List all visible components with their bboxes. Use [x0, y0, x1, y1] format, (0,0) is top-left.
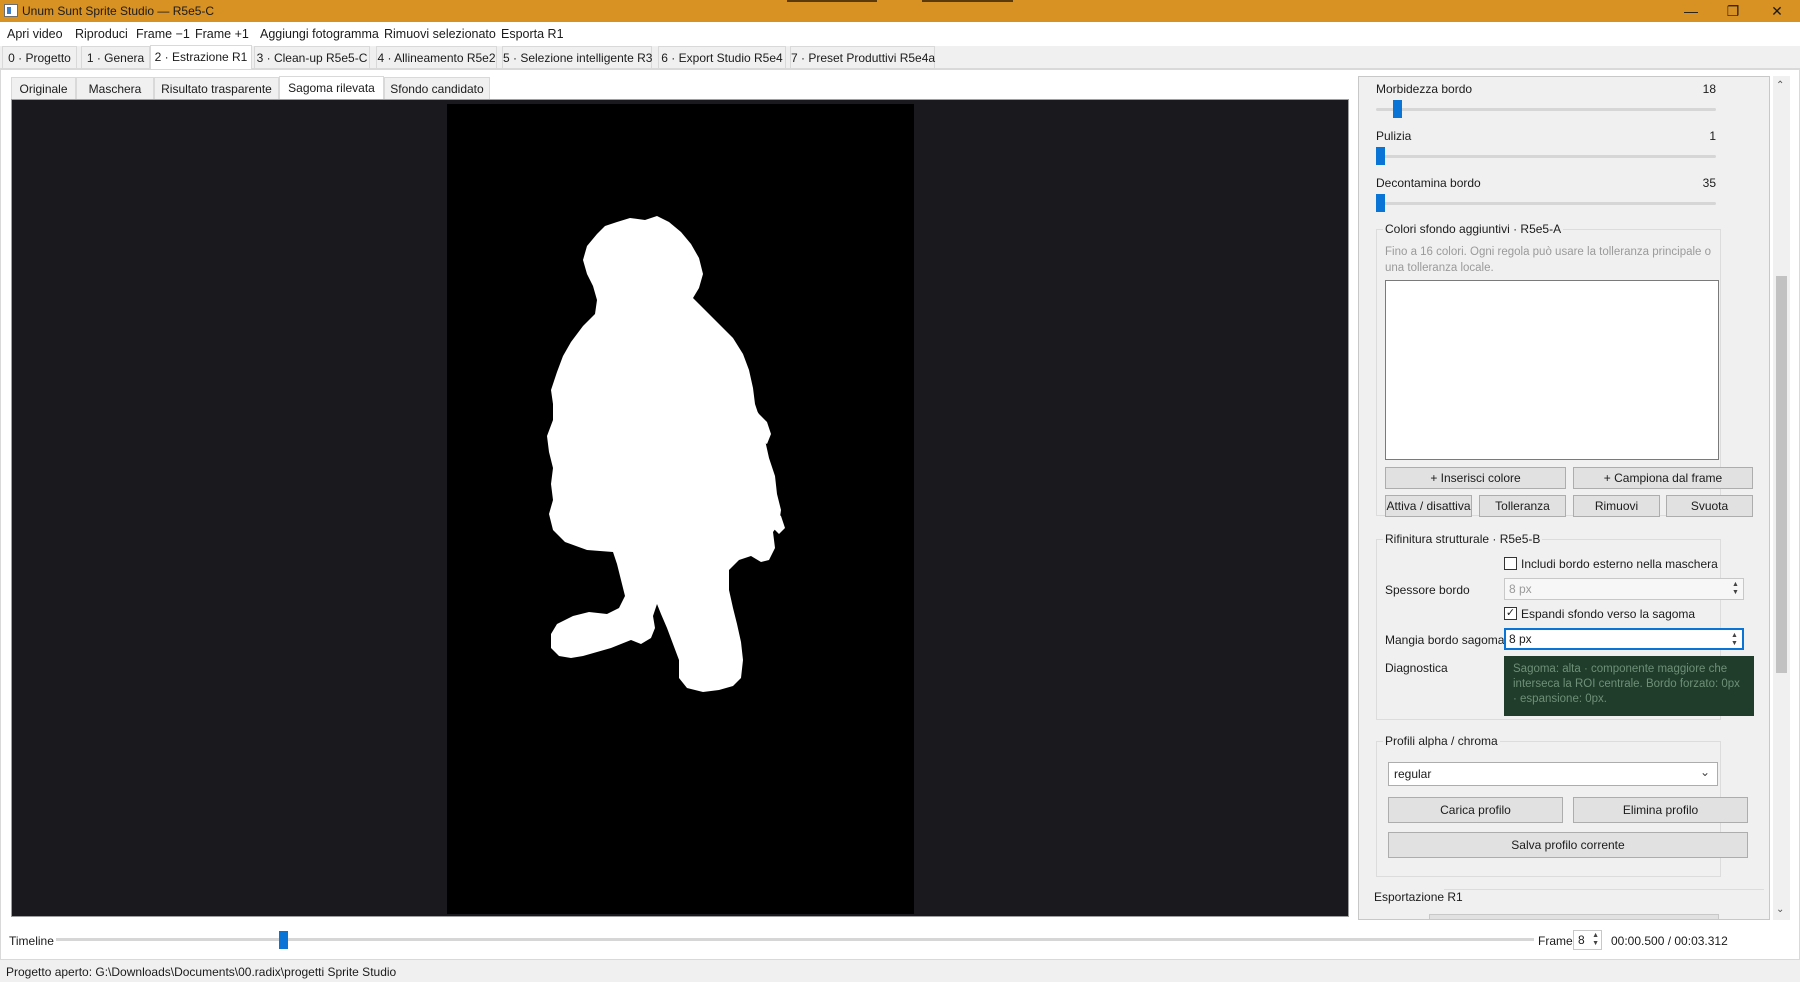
slider-track-pulizia[interactable]	[1376, 155, 1716, 158]
timeline-handle[interactable]	[279, 931, 289, 949]
slider-handle-pulizia[interactable]	[1376, 147, 1385, 165]
load-profile-button[interactable]: Carica profilo	[1388, 797, 1563, 823]
tab-estrazione[interactable]: 2 · Estrazione R1	[150, 45, 252, 69]
timeline-track[interactable]	[56, 938, 1534, 941]
silhouette-mask-image	[547, 216, 785, 692]
slider-value-morbidezza: 18	[1702, 82, 1716, 96]
view-tab-risultato-trasparente[interactable]: Risultato trasparente	[154, 77, 279, 99]
slider-value-decontamina: 35	[1702, 176, 1716, 190]
export-control-partial[interactable]	[1429, 914, 1719, 919]
slider-label-pulizia: Pulizia	[1376, 129, 1412, 143]
view-tab-sagoma-rilevata[interactable]: Sagoma rilevata	[279, 76, 384, 100]
view-tab-originale[interactable]: Originale	[11, 77, 76, 99]
title-decoration	[787, 0, 877, 2]
slider-value-pulizia: 1	[1709, 129, 1716, 143]
remove-color-button[interactable]: Rimuovi	[1573, 495, 1660, 517]
frame-input-value: 8	[1578, 933, 1585, 947]
settings-panel: Morbidezza bordo 18 Pulizia 1 Decontamin…	[1358, 76, 1770, 920]
silhouette-frame	[447, 104, 914, 914]
slider-handle-decontamina[interactable]	[1376, 194, 1385, 212]
slider-label-decontamina: Decontamina bordo	[1376, 176, 1481, 190]
slider-label-morbidezza: Morbidezza bordo	[1376, 82, 1473, 96]
tolerance-button[interactable]: Tolleranza	[1479, 495, 1566, 517]
slider-track-morbidezza[interactable]	[1376, 108, 1716, 111]
expand-background-checkbox[interactable]: ✓	[1504, 607, 1517, 620]
profile-select[interactable]: regular ⌄	[1388, 762, 1718, 786]
tab-selezione-intelligente[interactable]: 5 · Selezione intelligente R3	[502, 46, 652, 68]
status-text: Progetto aperto: G:\Downloads\Documents\…	[6, 965, 397, 979]
eat-border-value: 8 px	[1509, 632, 1532, 646]
profiles-group-title: Profili alpha / chroma	[1383, 734, 1500, 748]
save-profile-button[interactable]: Salva profilo corrente	[1388, 832, 1748, 858]
eat-border-label: Mangia bordo sagoma	[1385, 633, 1505, 647]
menu-rimuovi-selezionato[interactable]: Rimuovi selezionato	[384, 27, 496, 41]
tab-allineamento[interactable]: 4 · Allineamento R5e2	[376, 46, 497, 68]
refine-group-title: Rifinitura strutturale · R5e5-B	[1383, 532, 1543, 546]
border-thickness-value: 8 px	[1509, 582, 1532, 596]
view-tab-sfondo-candidato[interactable]: Sfondo candidato	[384, 77, 490, 99]
menu-apri-video[interactable]: Apri video	[7, 27, 63, 41]
diagnostics-box: Sagoma: alta · componente maggiore che i…	[1504, 656, 1754, 716]
profile-select-value: regular	[1394, 767, 1432, 781]
eat-border-input[interactable]: 8 px ▲ ▼	[1504, 628, 1744, 650]
menu-esporta[interactable]: Esporta R1	[501, 27, 564, 41]
tab-export-studio[interactable]: 6 · Export Studio R5e4	[658, 46, 786, 68]
section-divider	[1444, 889, 1764, 890]
toggle-color-button[interactable]: Attiva / disattiva	[1385, 495, 1472, 517]
menu-frame-next[interactable]: Frame +1	[195, 27, 249, 41]
insert-color-button[interactable]: + Inserisci colore	[1385, 467, 1566, 489]
colors-hint: Fino a 16 colori. Ogni regola può usare …	[1385, 246, 1712, 274]
panel-scrollbar[interactable]: ⌃ ⌄	[1773, 76, 1790, 920]
spin-arrows-icon[interactable]: ▲ ▼	[1592, 932, 1599, 948]
border-thickness-input[interactable]: 8 px ▲ ▼	[1504, 578, 1744, 600]
colors-list[interactable]	[1385, 280, 1719, 460]
minimize-button[interactable]: —	[1668, 0, 1714, 22]
tab-clean-up[interactable]: 3 · Clean-up R5e5-C	[254, 46, 370, 68]
colors-group-title: Colori sfondo aggiuntivi · R5e5-A	[1383, 222, 1564, 236]
clear-colors-button[interactable]: Svuota	[1666, 495, 1753, 517]
export-section-title: Esportazione R1	[1374, 890, 1463, 904]
menu-riproduci[interactable]: Riproduci	[75, 27, 128, 41]
frame-label: Frame	[1538, 934, 1573, 948]
frame-input[interactable]: 8 ▲ ▼	[1573, 930, 1602, 950]
menu-aggiungi-fotogramma[interactable]: Aggiungi fotogramma	[260, 27, 379, 41]
menu-bar: Apri video Riproduci Frame −1 Frame +1 A…	[0, 22, 1800, 46]
app-icon	[4, 4, 18, 17]
main-tab-bar: 0 · Progetto 1 · Genera 2 · Estrazione R…	[0, 45, 1800, 69]
chevron-down-icon: ⌄	[1699, 765, 1710, 779]
slider-handle-morbidezza[interactable]	[1393, 100, 1402, 118]
image-viewer[interactable]	[11, 99, 1349, 917]
window-title: Unum Sunt Sprite Studio — R5e5-C	[22, 4, 215, 18]
include-border-checkbox[interactable]	[1504, 557, 1517, 570]
spin-arrows-icon[interactable]: ▲ ▼	[1730, 581, 1741, 597]
status-bar: Progetto aperto: G:\Downloads\Documents\…	[0, 960, 1800, 982]
scroll-down-icon[interactable]: ⌄	[1776, 904, 1784, 915]
time-readout: 00:00.500 / 00:03.312	[1611, 934, 1728, 948]
tab-progetto[interactable]: 0 · Progetto	[2, 46, 77, 68]
sample-from-frame-button[interactable]: + Campiona dal frame	[1573, 467, 1753, 489]
spin-arrows-icon[interactable]: ▲ ▼	[1729, 632, 1740, 648]
scrollbar-thumb[interactable]	[1776, 276, 1787, 673]
close-button[interactable]: ✕	[1754, 0, 1800, 22]
view-tab-maschera[interactable]: Maschera	[76, 77, 154, 99]
restore-button[interactable]: ❐	[1710, 0, 1756, 22]
menu-frame-prev[interactable]: Frame −1	[136, 27, 190, 41]
tab-genera[interactable]: 1 · Genera	[81, 46, 150, 68]
timeline-label: Timeline	[9, 934, 54, 948]
title-decoration	[922, 0, 1013, 2]
diagnostics-label: Diagnostica	[1385, 661, 1448, 675]
title-bar: Unum Sunt Sprite Studio — R5e5-C — ❐ ✕	[0, 0, 1800, 22]
expand-background-label: Espandi sfondo verso la sagoma	[1521, 607, 1696, 621]
tab-preset-produttivi[interactable]: 7 · Preset Produttivi R5e4a	[790, 46, 935, 68]
delete-profile-button[interactable]: Elimina profilo	[1573, 797, 1748, 823]
scroll-up-icon[interactable]: ⌃	[1776, 80, 1784, 91]
include-border-label: Includi bordo esterno nella maschera	[1521, 557, 1718, 571]
border-thickness-label: Spessore bordo	[1385, 583, 1470, 597]
slider-track-decontamina[interactable]	[1376, 202, 1716, 205]
